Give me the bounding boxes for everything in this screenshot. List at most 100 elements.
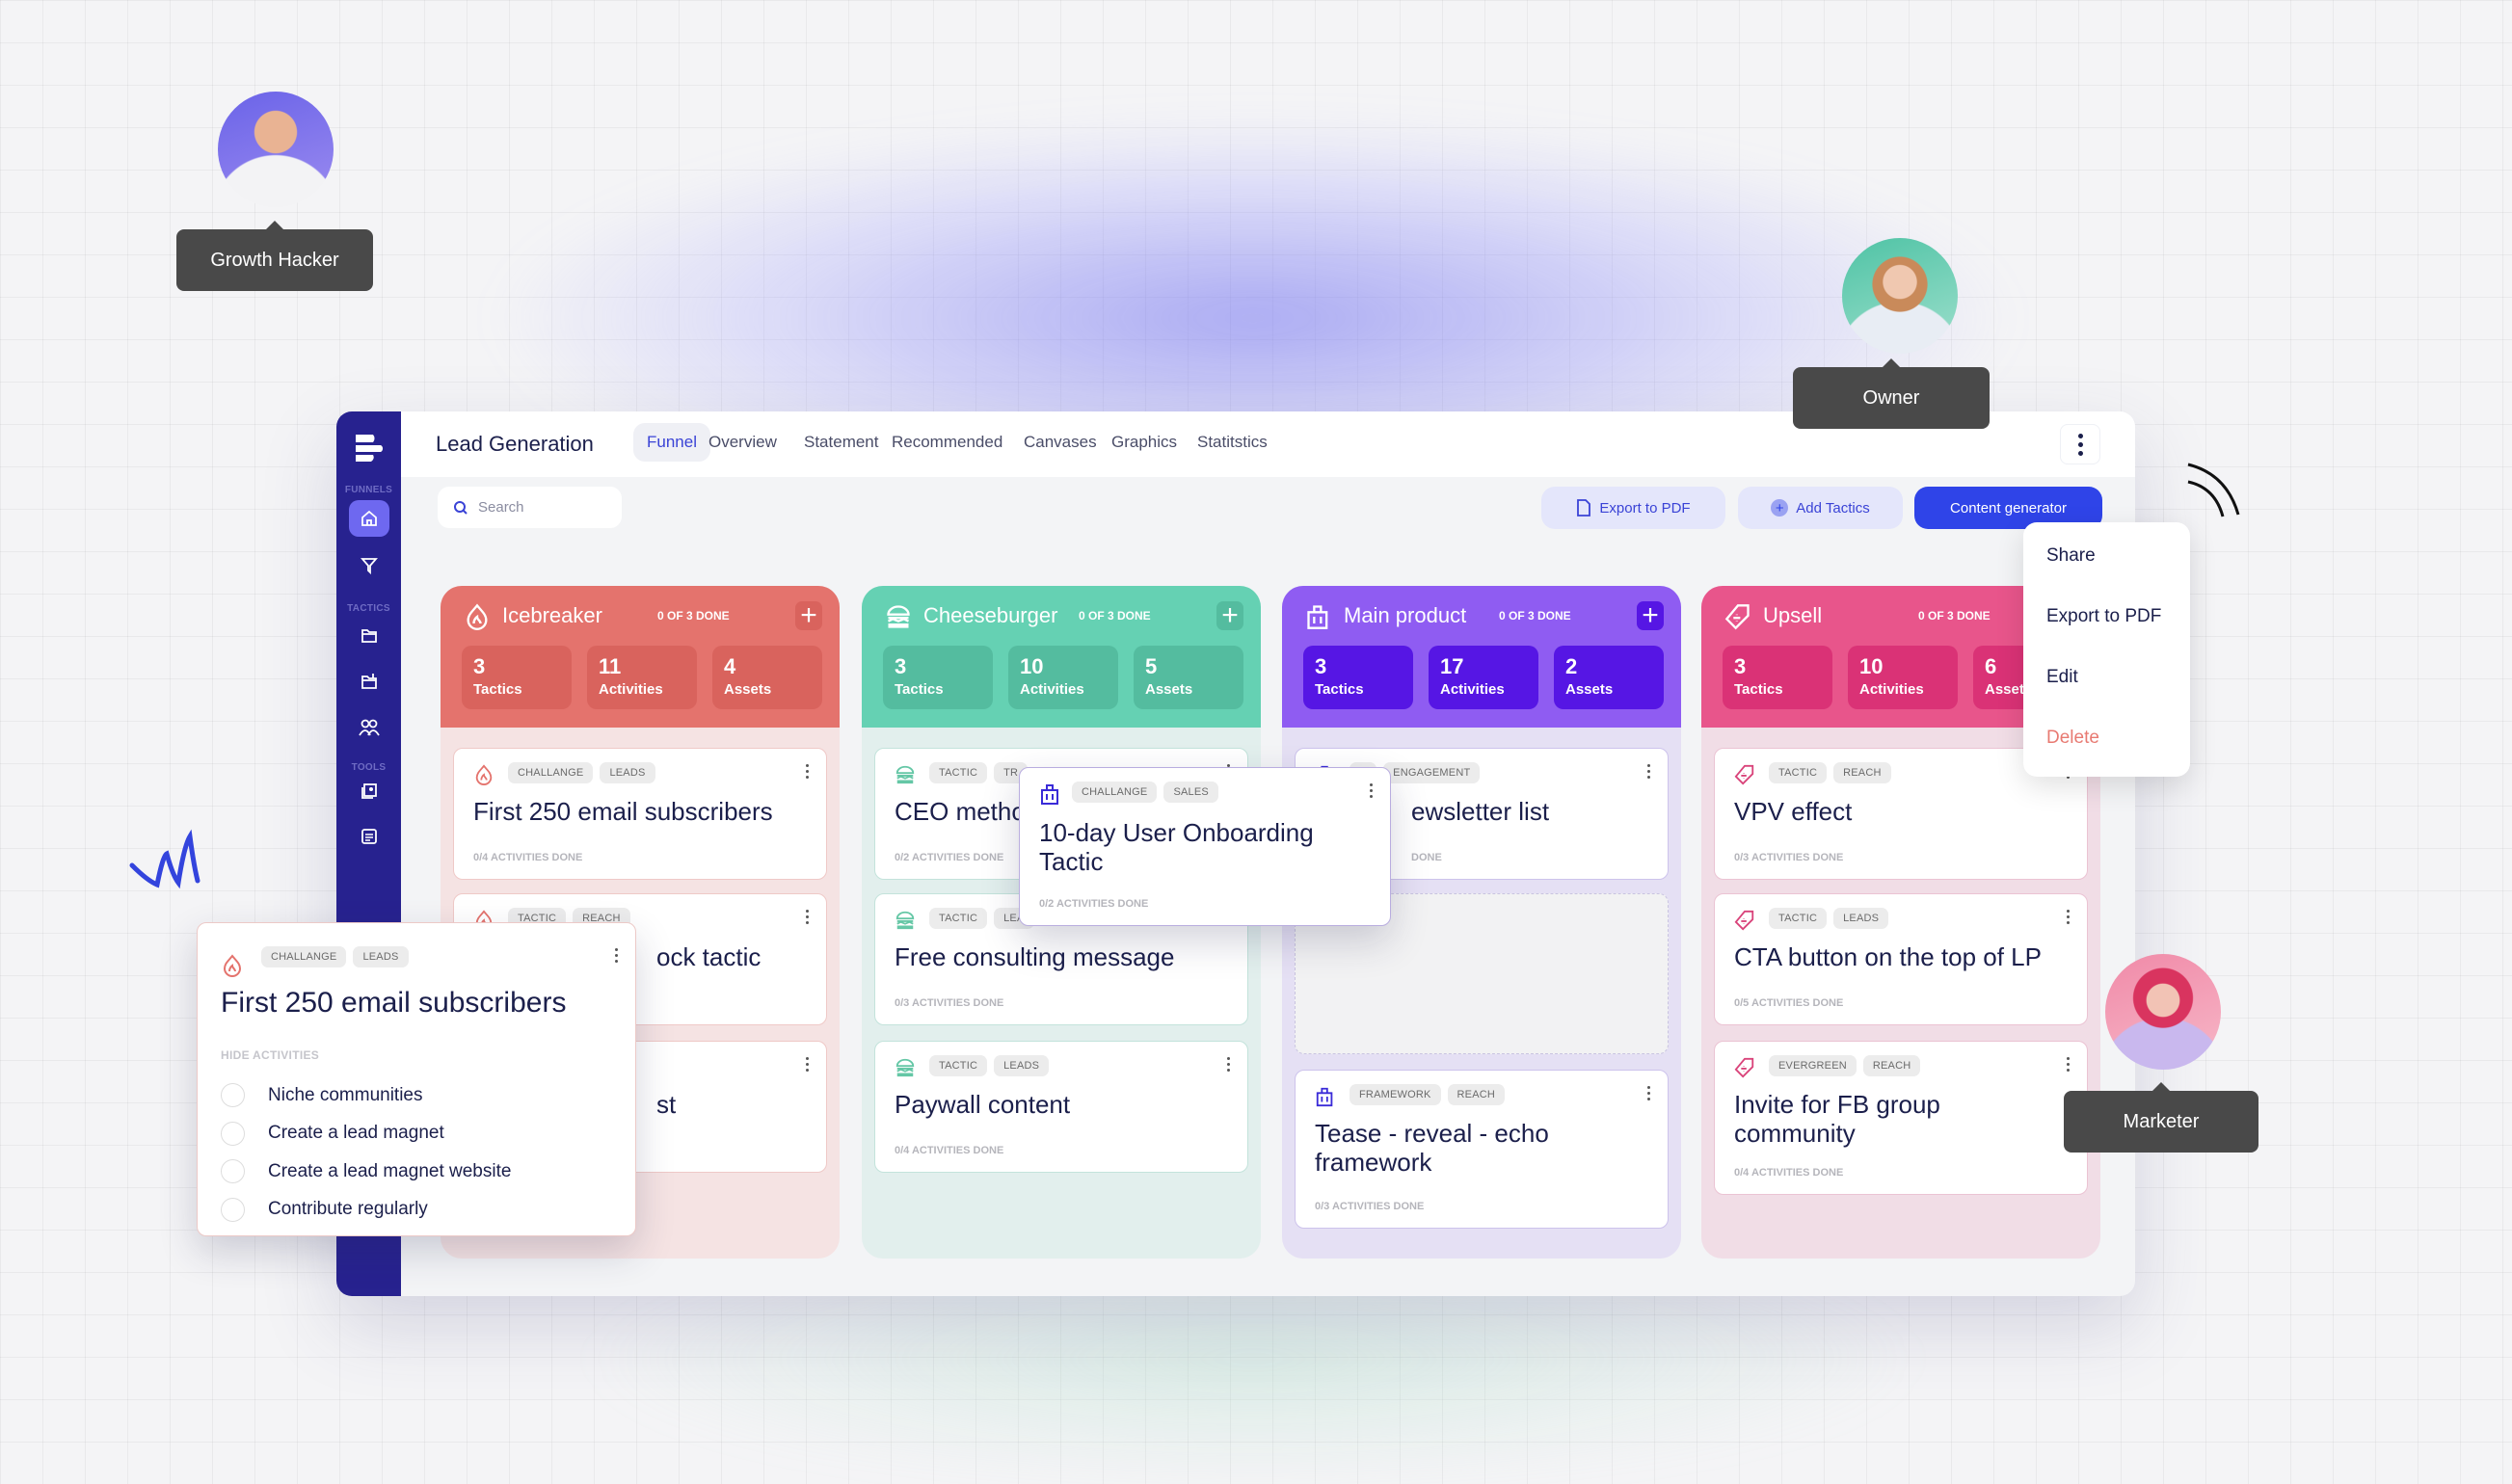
tab-recommended[interactable]: Recommended [892,433,1002,452]
card-meta: 0/3 ACTIVITIES DONE [1315,1201,1425,1212]
tag: EVERGREEN [1769,1055,1857,1076]
tag: LEADS [1833,908,1889,929]
column-title: Cheeseburger [923,603,1058,627]
tab-statement[interactable]: Statement [804,433,879,452]
tactic-card[interactable]: FRAMEWORK REACH Tease - reveal - echo fra… [1295,1070,1669,1229]
burger-icon [895,911,915,930]
card-menu-icon[interactable] [615,948,618,963]
stat-box: 10 Activities [1848,646,1958,709]
column-header: Cheeseburger 0 OF 3 DONE +3 Tactics 10 Acti… [862,586,1261,728]
stat-value: 11 [599,654,622,678]
search-input[interactable]: Search [438,487,622,528]
sidebar-item-folder-add[interactable] [349,664,389,701]
sidebar-item-folder[interactable] [349,618,389,654]
sidebar-item-home[interactable] [349,500,389,537]
checkbox[interactable] [221,1159,245,1183]
card-menu-icon[interactable] [2067,1057,2070,1072]
sidebar-item-images[interactable] [349,773,389,809]
card-menu-icon[interactable] [1647,764,1650,779]
tab-funnel[interactable]: Funnel [633,423,710,462]
card-title: ock tactic [656,942,762,971]
avatar-growth-hacker [218,92,334,207]
stat-box: 11 Activities [587,646,697,709]
funnel-icon [361,558,378,575]
tactic-card[interactable]: EVERGREEN REACH Invite for FB group commu… [1714,1041,2088,1195]
users-icon [359,719,380,736]
card-menu-icon[interactable] [2067,910,2070,924]
card-menu-icon[interactable] [1227,1057,1230,1072]
card-meta: 0/2 ACTIVITIES DONE [895,852,1004,863]
expanded-tactic-card[interactable]: CHALLANGE LEADS First 250 email subscribe… [197,922,636,1236]
folder-icon [361,629,377,643]
tag-icon [1734,1057,1754,1078]
tag: TACTIC [929,1055,988,1076]
tag: CHALLANGE [508,762,594,783]
card-menu-icon[interactable] [1370,783,1373,798]
add-tactic-button[interactable]: + [1637,601,1664,630]
tab-overview[interactable]: Overview [708,433,777,452]
more-options-button[interactable] [2060,424,2100,464]
sidebar-item-documents[interactable] [349,818,389,855]
tactic-card[interactable]: TACTIC LEADS CTA button on the top of LP … [1714,893,2088,1025]
tag: LEADS [353,946,409,967]
menu-item-share[interactable]: Share [2046,545,2096,567]
tab-statistics[interactable]: Statitstics [1197,433,1268,452]
card-meta: 0/4 ACTIVITIES DONE [473,852,583,863]
tag: CHALLANGE [1072,782,1158,803]
activity-item[interactable]: Create a lead magnet [221,1121,511,1146]
checkbox[interactable] [221,1121,245,1146]
export-pdf-label: Export to PDF [1599,499,1691,517]
burger-icon [895,1058,915,1077]
card-meta: 0/3 ACTIVITIES DONE [895,997,1004,1009]
dragged-tactic-card[interactable]: CHALLANGE SALES 10-day User Onboarding Ta… [1019,767,1391,926]
menu-item-export-pdf[interactable]: Export to PDF [2046,606,2161,627]
fire-icon [467,603,488,630]
card-menu-icon[interactable] [806,1057,809,1072]
stat-box: 3 Tactics [1303,646,1413,709]
card-title: Free consulting message [895,942,1175,971]
image-icon [361,783,377,799]
card-menu-icon[interactable] [1647,1086,1650,1100]
card-title: VPV effect [1734,797,1853,826]
export-pdf-button[interactable]: Export to PDF [1541,487,1725,529]
file-export-icon [1577,499,1591,517]
tag: REACH [1833,762,1891,783]
tactic-card[interactable]: TACTIC LEADS Paywall content 0/4 ACTIVITI… [874,1041,1248,1173]
card-meta: DONE [1411,852,1442,863]
card-meta: 0/2 ACTIVITIES DONE [1039,898,1149,910]
tag-icon [1734,764,1754,785]
squiggle-decoration [129,829,200,889]
stat-label: Activities [1859,681,1924,698]
card-menu-icon[interactable] [806,764,809,779]
menu-item-edit[interactable]: Edit [2046,667,2078,688]
tactic-card[interactable]: CHALLANGE LEADS First 250 email subscribe… [453,748,827,880]
add-tactic-button[interactable]: + [1216,601,1243,630]
shopping-bag-icon [1307,605,1328,629]
activity-item[interactable]: Contribute regularly [221,1197,511,1222]
activity-item[interactable]: Niche communities [221,1083,511,1107]
activity-item[interactable]: Create a lead magnet website [221,1159,511,1183]
stat-label: Tactics [473,681,522,698]
shopping-bag-icon [1316,1087,1333,1107]
stat-box: 5 Assets [1134,646,1243,709]
burger-icon [887,605,910,628]
card-meta: 0/5 ACTIVITIES DONE [1734,997,1844,1009]
sidebar-item-funnel[interactable] [349,547,389,584]
role-label-owner: Owner [1793,358,1990,429]
menu-item-delete[interactable]: Delete [2046,728,2099,749]
tag: TACTIC [929,908,988,929]
tab-graphics[interactable]: Graphics [1111,433,1177,452]
sidebar-item-users[interactable] [349,709,389,746]
folder-add-icon [361,674,377,689]
sidebar-section-label: FUNNELS [344,485,393,495]
tag: TACTIC [929,762,988,783]
hide-activities-toggle[interactable]: HIDE ACTIVITIES [221,1048,319,1062]
tab-canvases[interactable]: Canvases [1024,433,1097,452]
checkbox[interactable] [221,1083,245,1107]
add-tactics-button[interactable]: + Add Tactics [1738,487,1903,529]
add-tactic-button[interactable]: + [795,601,822,630]
checkbox[interactable] [221,1197,245,1222]
card-title: Paywall content [895,1090,1071,1119]
card-menu-icon[interactable] [806,910,809,924]
tag-list: CHALLANGE LEADS [508,762,655,783]
